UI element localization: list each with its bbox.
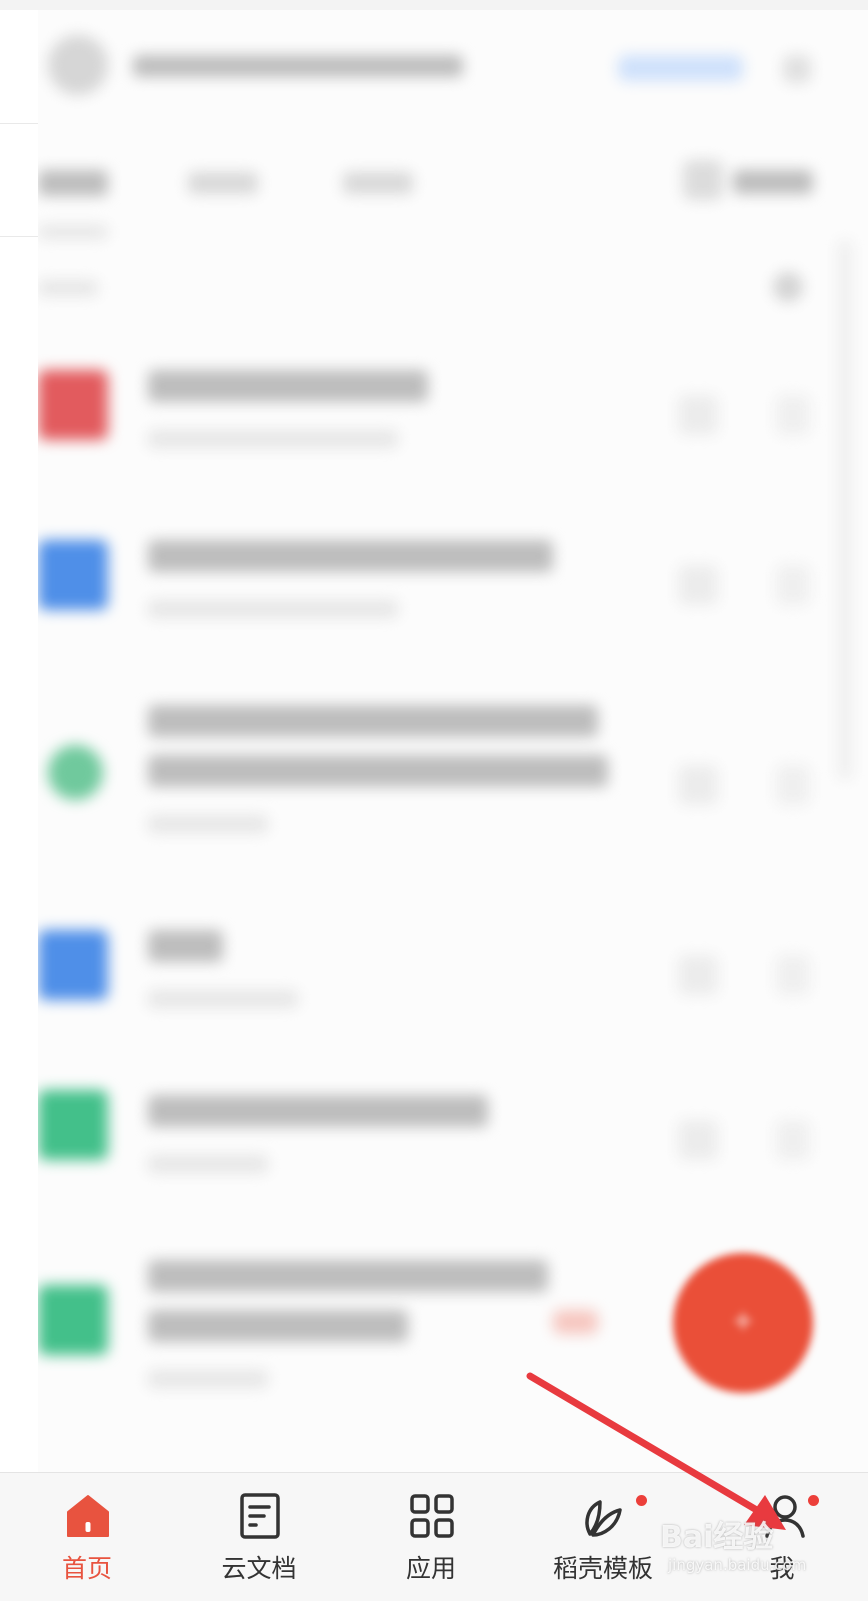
blurred-icon (776, 1120, 810, 1160)
blurred-file-icon (38, 1090, 108, 1160)
plus-icon (735, 1313, 751, 1329)
blurred-text (148, 755, 608, 787)
blurred-button (618, 55, 743, 81)
blurred-file-icon (38, 930, 108, 1000)
blurred-icon (683, 160, 723, 200)
blurred-tag (553, 1310, 598, 1334)
leaf-icon (585, 1500, 622, 1537)
blurred-icon (678, 955, 718, 995)
tab-apps[interactable]: 应用 (371, 1473, 491, 1601)
blurred-icon (776, 765, 810, 805)
blurred-text (148, 430, 398, 448)
blurred-text (133, 55, 463, 77)
blurred-text (38, 225, 108, 239)
tab-home[interactable]: 首页 (27, 1473, 147, 1601)
blurred-text (148, 540, 553, 572)
blurred-file-icon (38, 540, 108, 610)
blurred-text (148, 1155, 268, 1173)
blurred-text (148, 815, 268, 833)
blurred-file-icon (38, 370, 108, 440)
blurred-text (38, 280, 98, 296)
blurred-icon (776, 955, 810, 995)
tab-label: 稻壳模板 (552, 1554, 653, 1583)
side-panel-edge (0, 10, 39, 1472)
blurred-text (343, 172, 413, 194)
blurred-icon (678, 1120, 718, 1160)
blurred-text (148, 1310, 408, 1342)
tab-label: 我 (769, 1554, 795, 1583)
blurred-icon (776, 395, 810, 435)
home-icon (67, 1495, 109, 1537)
blurred-text (733, 170, 813, 194)
blurred-text (148, 705, 598, 737)
blurred-text (148, 930, 223, 962)
blurred-icon (783, 55, 811, 83)
person-icon (765, 1495, 805, 1538)
document-icon (240, 1493, 280, 1539)
blurred-text (148, 1370, 268, 1388)
blurred-text (148, 370, 428, 402)
blurred-file-icon (38, 1285, 108, 1355)
create-new-button[interactable] (673, 1253, 813, 1393)
tab-label: 首页 (61, 1554, 112, 1583)
divider (0, 123, 38, 124)
bottom-tab-bar: 首页 云文档 应用 稻壳模板 我 (0, 1472, 868, 1601)
blurred-scrollbar (838, 240, 852, 780)
tab-label: 云文档 (221, 1554, 297, 1583)
blurred-icon (773, 272, 803, 302)
tab-me[interactable]: 我 (722, 1473, 842, 1601)
blurred-file-icon (48, 745, 103, 800)
blurred-text (148, 990, 298, 1008)
blurred-text (188, 172, 258, 194)
avatar (48, 35, 108, 95)
blurred-text (148, 600, 398, 618)
blurred-icon (678, 765, 718, 805)
grid-icon (410, 1494, 454, 1538)
blurred-text (148, 1260, 548, 1292)
blurred-text (148, 1095, 488, 1127)
tab-cloud-docs[interactable]: 云文档 (199, 1473, 319, 1601)
divider (0, 236, 38, 237)
blurred-icon (678, 395, 718, 435)
notification-dot (636, 1495, 647, 1506)
notification-dot (808, 1495, 819, 1506)
blurred-icon (678, 565, 718, 605)
blurred-text (38, 170, 108, 196)
tab-label: 应用 (405, 1554, 456, 1583)
tab-templates[interactable]: 稻壳模板 (543, 1473, 663, 1601)
blurred-icon (776, 565, 810, 605)
